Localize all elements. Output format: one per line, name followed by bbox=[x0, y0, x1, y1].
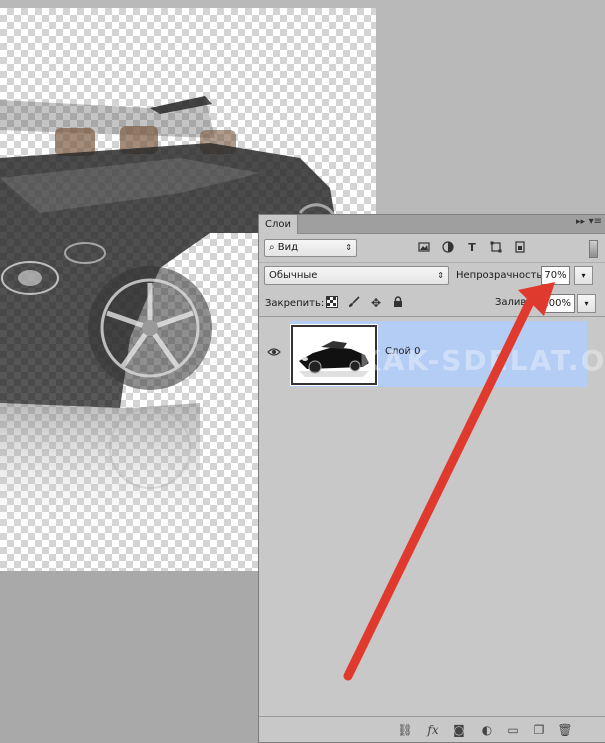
filter-toggle-switch[interactable] bbox=[589, 240, 598, 258]
fill-input[interactable]: 100% bbox=[541, 294, 575, 313]
image-filter-icon[interactable] bbox=[417, 241, 431, 255]
select-arrow-icon: ⇕ bbox=[345, 243, 352, 252]
watermark-text: KAK-SDELAT.ORG bbox=[359, 344, 605, 377]
panel-menu-icon[interactable]: ▾≡ bbox=[589, 216, 602, 227]
layer-row[interactable]: Слой 0 KAK-SDELAT.ORG bbox=[259, 321, 605, 387]
blend-mode-select[interactable]: Обычные ⇕ bbox=[264, 266, 449, 285]
visibility-toggle[interactable] bbox=[259, 321, 289, 387]
fill-slider-button[interactable]: ▾ bbox=[577, 294, 596, 313]
blend-row: Обычные ⇕ Непрозрачность: 70% ▾ bbox=[259, 264, 605, 290]
lock-label: Закрепить: bbox=[265, 298, 325, 309]
select-arrow-icon: ⇕ bbox=[437, 271, 444, 280]
search-icon: ⌕ bbox=[269, 242, 275, 253]
opacity-slider-button[interactable]: ▾ bbox=[574, 266, 593, 285]
delete-layer-icon[interactable]: 🗑 bbox=[557, 722, 573, 738]
lock-all-icon[interactable] bbox=[391, 296, 405, 310]
filter-label: Вид bbox=[277, 242, 299, 253]
link-layers-icon[interactable]: ⛓ bbox=[397, 722, 413, 738]
layers-panel: Слои ▸▸ ▾≡ ⌕ Вид ⇕ T Обычные ⇕ Непрозрач… bbox=[258, 214, 605, 743]
shape-filter-icon[interactable] bbox=[489, 241, 503, 255]
blend-mode-value: Обычные bbox=[269, 270, 318, 281]
layer-style-icon[interactable]: fx bbox=[425, 722, 441, 738]
fill-label: Заливка: bbox=[495, 297, 542, 308]
new-layer-icon[interactable]: ❐ bbox=[531, 722, 547, 738]
opacity-input[interactable]: 70% bbox=[541, 266, 570, 285]
tab-layers[interactable]: Слои bbox=[259, 215, 298, 234]
eye-icon[interactable] bbox=[267, 346, 281, 360]
panel-tab-bar: Слои ▸▸ ▾≡ bbox=[259, 215, 605, 234]
add-mask-icon[interactable]: ◙ bbox=[451, 722, 467, 738]
layer-filter-select[interactable]: ⌕ Вид ⇕ bbox=[264, 239, 357, 257]
adjustment-layer-icon[interactable]: ◐ bbox=[479, 722, 495, 738]
new-group-icon[interactable]: ▭ bbox=[505, 722, 521, 738]
filter-row: ⌕ Вид ⇕ T bbox=[259, 235, 605, 263]
lock-transparent-pixels-icon[interactable] bbox=[325, 296, 339, 310]
lock-image-pixels-icon[interactable] bbox=[347, 296, 361, 310]
lock-row: Закрепить: ✥ Заливка: 100% ▾ bbox=[259, 291, 605, 317]
layer-list: Слой 0 KAK-SDELAT.ORG bbox=[259, 318, 605, 718]
adjustment-filter-icon[interactable] bbox=[441, 241, 455, 255]
type-filter-icon[interactable]: T bbox=[465, 241, 479, 255]
smart-object-filter-icon[interactable] bbox=[513, 241, 527, 255]
collapse-panel-icon[interactable]: ▸▸ bbox=[576, 217, 585, 227]
panel-footer: ⛓ fx ◙ ◐ ▭ ❐ 🗑 bbox=[259, 716, 605, 742]
canvas-pasteboard bbox=[0, 571, 258, 743]
opacity-label: Непрозрачность: bbox=[456, 270, 546, 281]
lock-position-icon[interactable]: ✥ bbox=[369, 296, 383, 310]
